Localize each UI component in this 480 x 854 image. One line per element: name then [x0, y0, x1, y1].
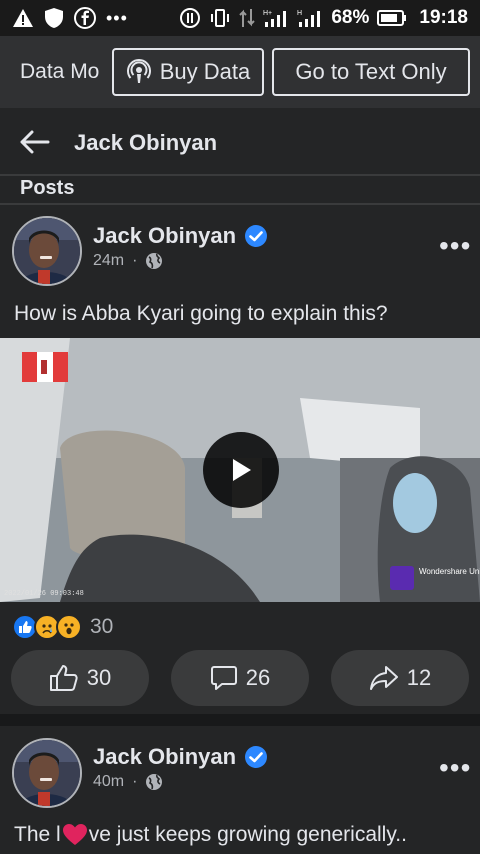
post-divider	[0, 714, 480, 726]
status-bar: ••• H+ H 68% 19:18	[0, 0, 480, 36]
comment-icon	[210, 664, 238, 692]
clock: 19:18	[419, 7, 468, 28]
warning-icon	[12, 8, 34, 28]
share-arrow-icon	[369, 665, 399, 691]
post-meta: 40m ·	[93, 773, 163, 791]
more-dots-icon: •••	[106, 7, 128, 28]
share-count: 12	[406, 665, 432, 690]
author-name: Jack Obinyan	[93, 223, 237, 248]
shield-icon	[44, 7, 64, 29]
comment-button[interactable]: 26	[171, 650, 309, 706]
facebook-icon	[74, 7, 96, 29]
post-text: The l ve just keeps growing generically.…	[14, 823, 407, 847]
vibrate-icon	[209, 7, 231, 29]
battery-percent: 68%	[331, 7, 370, 28]
data-banner: Data Mo Buy Data Go to Text Only	[0, 36, 480, 108]
buy-data-label: Buy Data	[159, 59, 251, 84]
post-options-icon[interactable]: •••	[439, 232, 471, 260]
like-button[interactable]: 30	[11, 650, 149, 706]
heart-emoji-icon	[62, 823, 88, 847]
comment-count: 26	[245, 665, 271, 690]
post-time: 24m	[93, 252, 125, 269]
globe-icon	[145, 773, 163, 791]
page-title: Jack Obinyan	[74, 130, 218, 155]
podcast-icon	[126, 59, 152, 85]
svg-text:H+: H+	[263, 10, 272, 17]
data-mode-label: Data Mo	[20, 60, 100, 83]
section-divider	[0, 203, 480, 205]
verified-badge-icon	[244, 745, 268, 769]
post-time: 40m	[93, 773, 125, 790]
thumbs-up-icon	[49, 664, 79, 692]
globe-icon	[145, 252, 163, 270]
share-button[interactable]: 12	[331, 650, 469, 706]
page-header: Jack Obinyan	[0, 108, 480, 176]
text-only-label: Go to Text Only	[295, 59, 447, 84]
avatar[interactable]	[12, 216, 82, 286]
post-meta: 24m ·	[93, 252, 163, 270]
video-watermark: Wondershare UniConverter	[419, 567, 480, 576]
signal-icon: H+	[263, 8, 289, 28]
avatar[interactable]	[12, 738, 82, 808]
wow-reaction-icon	[56, 614, 82, 640]
post-text: How is Abba Kyari going to explain this?	[14, 302, 388, 325]
meta-separator: ·	[132, 773, 138, 790]
post-author[interactable]: Jack Obinyan	[93, 744, 268, 770]
reaction-count: 30	[90, 615, 114, 638]
signal-icon: H	[297, 8, 323, 28]
author-name: Jack Obinyan	[93, 744, 237, 769]
post-options-icon[interactable]: •••	[439, 754, 471, 782]
verified-badge-icon	[244, 224, 268, 248]
section-title: Posts	[20, 177, 75, 199]
meta-separator: ·	[132, 252, 138, 269]
mute-icon	[179, 7, 201, 29]
post-text-end: ve just keeps growing generically..	[88, 823, 407, 846]
like-count: 30	[86, 665, 112, 690]
play-icon	[228, 456, 254, 484]
text-only-button[interactable]: Go to Text Only	[272, 48, 470, 96]
video-timestamp: 2022/01/26 09:03:48	[4, 590, 84, 598]
reactions-summary[interactable]: 30	[12, 614, 113, 640]
battery-icon	[377, 9, 407, 27]
svg-text:H: H	[297, 10, 302, 17]
back-arrow-icon[interactable]	[20, 130, 50, 159]
play-button[interactable]	[203, 432, 279, 508]
post-author[interactable]: Jack Obinyan	[93, 223, 268, 249]
post-text-start: The l	[14, 823, 61, 846]
data-transfer-icon	[239, 8, 256, 28]
buy-data-button[interactable]: Buy Data	[112, 48, 264, 96]
